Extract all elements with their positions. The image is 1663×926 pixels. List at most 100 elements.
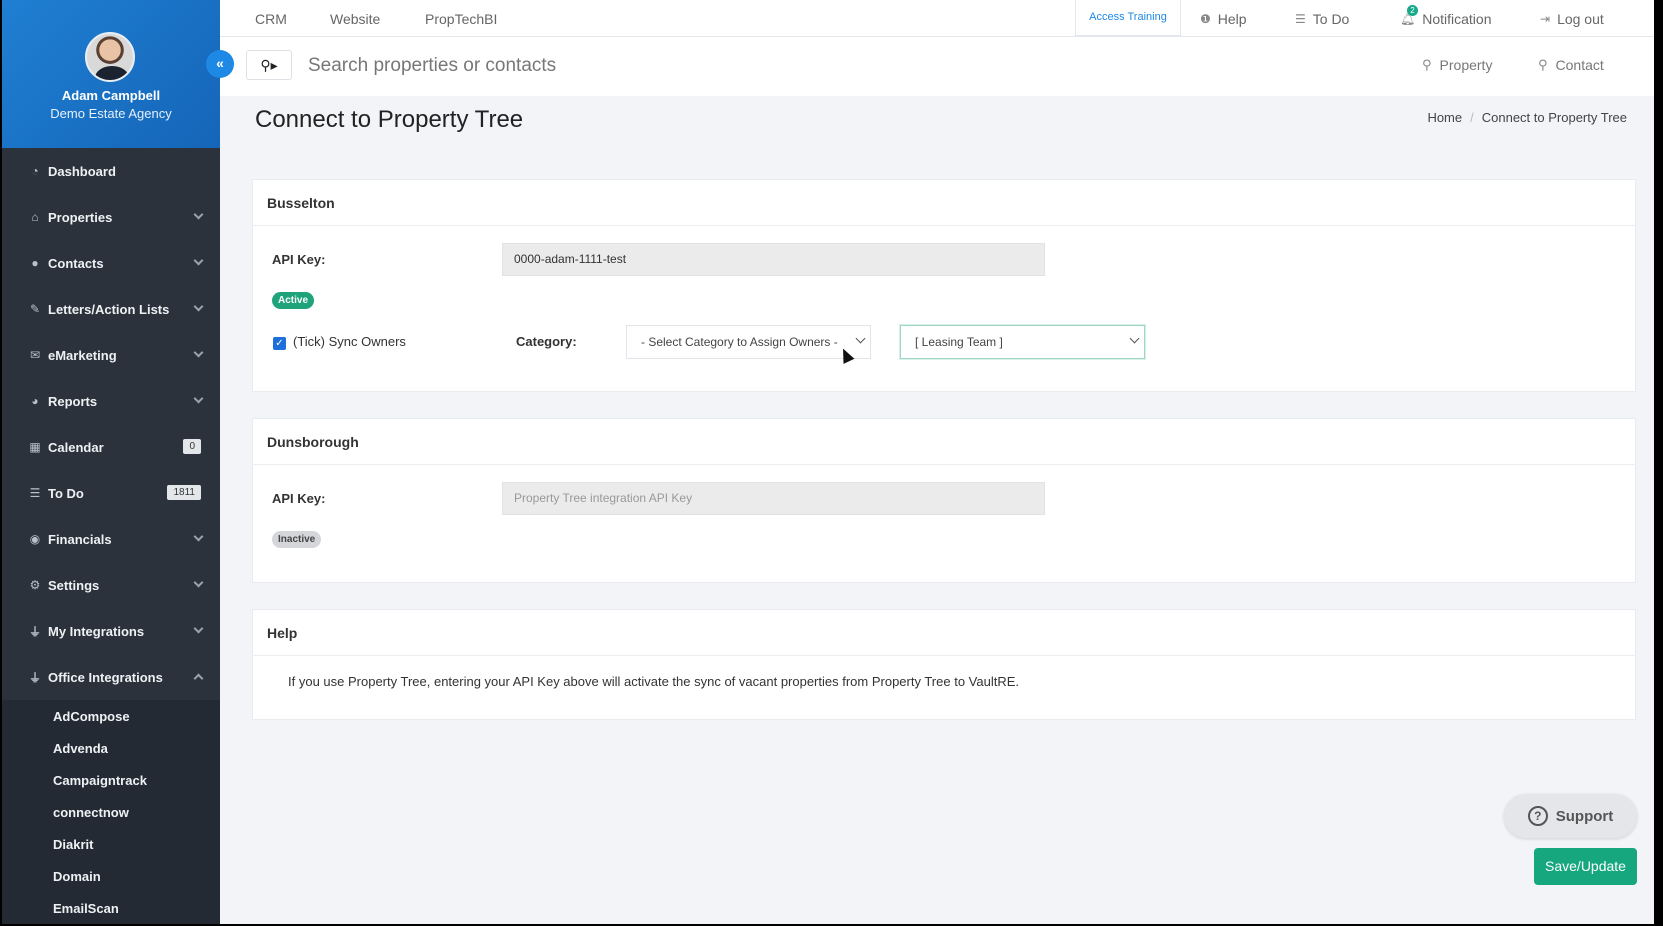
chevron-down-icon [1129,333,1140,344]
chevron-down-icon [193,255,204,266]
sidebar-item-properties[interactable]: ⌂ Properties [2,194,220,240]
panel-title: Dunsborough [253,419,1635,465]
todo-link[interactable]: ☰ To Do [1295,11,1349,27]
team-select[interactable]: [ Leasing Team ] [900,325,1145,359]
search-contact-label: Contact [1555,57,1604,73]
submenu-item-domain[interactable]: Domain [2,860,220,892]
edit-icon: ✎ [29,302,41,316]
api-key-input[interactable]: Property Tree integration API Key [502,482,1045,515]
category-select[interactable]: - Select Category to Assign Owners - [626,325,871,359]
submenu-item-campaigntrack[interactable]: Campaigntrack [2,764,220,796]
help-label: Help [1217,11,1247,27]
page-title: Connect to Property Tree [255,106,524,133]
sidebar-item-dashboard[interactable]: ◔ Dashboard [2,148,220,194]
sidebar-item-label: Reports [48,393,98,409]
info-icon: ❶ [1200,12,1211,26]
chevron-down-icon [193,393,204,404]
help-panel: Help If you use Property Tree, entering … [252,609,1636,720]
chevron-down-icon [855,333,866,344]
notification-count: 2 [1407,5,1418,16]
chevron-down-icon [193,347,204,358]
chevron-down-icon [193,623,204,634]
todo-count-badge: 1811 [167,485,201,500]
sidebar-item-contacts[interactable]: ● Contacts [2,240,220,286]
chevron-down-icon [193,301,204,312]
status-badge: Active [272,292,315,309]
notification-link[interactable]: 🔔︎ 2 Notification [1400,5,1492,27]
list-icon: ☰ [29,486,41,500]
search-input[interactable] [308,51,1008,81]
sidebar: Adam Campbell Demo Estate Agency ◔ Dashb… [2,0,220,924]
user-icon: ● [31,256,39,270]
sidebar-item-todo[interactable]: ☰ To Do 1811 [2,470,220,516]
api-key-label: API Key: [272,252,326,267]
logout-link[interactable]: ⇥ Log out [1540,11,1604,27]
plug-icon: ⏚ [28,624,41,639]
sidebar-item-label: Letters/Action Lists [48,301,170,317]
sidebar-item-label: My Integrations [48,623,145,639]
chevron-down-icon [193,577,204,588]
nav-link-website[interactable]: Website [330,11,380,27]
search-icon: ⚲ [1538,57,1548,72]
avatar[interactable] [85,32,135,82]
submenu-item-emailscan[interactable]: EmailScan [2,892,220,924]
sidebar-item-calendar[interactable]: ▦ Calendar 0 [2,424,220,470]
chevron-down-icon [193,209,204,220]
breadcrumb-home[interactable]: Home [1427,110,1462,125]
save-update-button[interactable]: Save/Update [1534,848,1637,885]
search-bar: ⚲▸ ⚲ Property ⚲ Contact [220,37,1654,96]
submenu-item-connectnow[interactable]: connectnow [2,796,220,828]
api-key-input[interactable]: 0000-adam-1111-test [502,243,1045,276]
submenu-item-adcompose[interactable]: AdCompose [2,700,220,732]
question-icon: ? [1527,806,1548,826]
support-button[interactable]: ? Support [1504,794,1637,838]
home-icon: ⌂ [31,210,39,224]
calendar-icon: ▦ [29,440,41,454]
sidebar-item-settings[interactable]: ⚙ Settings [2,562,220,608]
search-property-label: Property [1439,57,1493,73]
submenu-item-diakrit[interactable]: Diakrit [2,828,220,860]
sidebar-item-label: Properties [48,209,113,225]
category-select-value: - Select Category to Assign Owners - [641,335,838,349]
help-link[interactable]: ❶ Help [1200,11,1247,27]
sidebar-nav: ◔ Dashboard ⌂ Properties ● Contacts ✎ Le… [2,148,220,924]
notification-label: Notification [1422,11,1492,27]
chevron-down-icon [193,531,204,542]
sidebar-item-office-integrations[interactable]: ⏚ Office Integrations [2,654,220,700]
dunsborough-panel: Dunsborough API Key: Property Tree integ… [252,418,1636,583]
sidebar-item-financials[interactable]: ◉ Financials [2,516,220,562]
app-window: Adam Campbell Demo Estate Agency ◔ Dashb… [2,0,1654,924]
sidebar-item-label: Settings [48,577,100,593]
user-profile: Adam Campbell Demo Estate Agency [2,0,220,148]
panel-title: Help [253,610,1635,656]
search-property-button[interactable]: ⚲ Property [1422,57,1492,73]
dashboard-icon: ◔ [31,164,39,178]
search-mode-button[interactable]: ⚲▸ [246,50,292,80]
access-training-button[interactable]: Access Training [1075,0,1181,36]
agency-name: Demo Estate Agency [50,106,172,121]
nav-link-proptechbi[interactable]: PropTechBI [425,11,497,27]
pie-chart-icon: ◕ [31,394,39,408]
sidebar-item-label: Calendar [48,439,104,455]
search-icon: ⚲ [1422,57,1432,72]
submenu-item-advenda[interactable]: Advenda [2,732,220,764]
help-text: If you use Property Tree, entering your … [288,674,1020,689]
search-contact-button[interactable]: ⚲ Contact [1538,57,1604,73]
team-select-value: [ Leasing Team ] [915,335,1003,349]
sidebar-item-label: Contacts [48,255,104,271]
sidebar-item-emarketing[interactable]: ✉ eMarketing [2,332,220,378]
sidebar-item-my-integrations[interactable]: ⏚ My Integrations [2,608,220,654]
sidebar-collapse-button[interactable]: « [206,50,234,78]
list-icon: ☰ [1295,12,1306,26]
sync-owners-label[interactable]: (Tick) Sync Owners [293,334,406,349]
sync-owners-checkbox[interactable]: ✓ [273,337,286,350]
chevron-up-icon [193,673,204,684]
sidebar-item-reports[interactable]: ◕ Reports [2,378,220,424]
user-name: Adam Campbell [61,88,161,103]
nav-link-crm[interactable]: CRM [255,11,287,27]
money-icon: ◉ [29,532,41,546]
sidebar-item-letters[interactable]: ✎ Letters/Action Lists [2,286,220,332]
sidebar-item-label: To Do [48,485,84,501]
status-badge: Inactive [272,531,322,548]
logout-icon: ⇥ [1540,12,1551,26]
